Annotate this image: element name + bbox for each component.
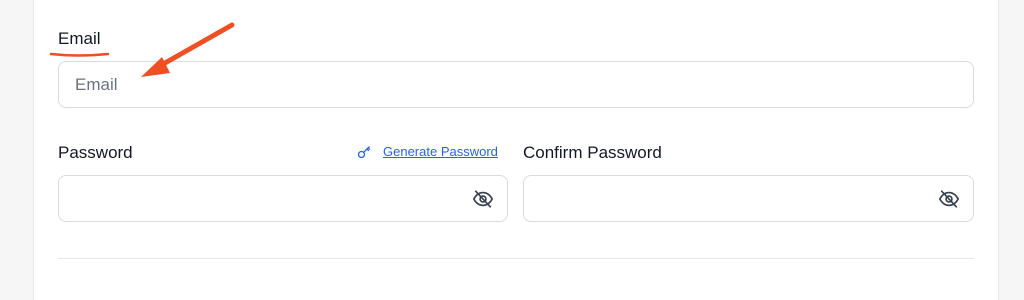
key-icon	[357, 145, 371, 158]
confirm-password-label: Confirm Password	[523, 143, 662, 162]
confirm-password-input[interactable]	[523, 175, 974, 222]
section-divider	[58, 258, 974, 259]
form-card	[33, 0, 999, 300]
email-input[interactable]	[58, 61, 974, 108]
email-label: Email	[58, 29, 101, 48]
password-input[interactable]	[58, 175, 508, 222]
eye-off-icon[interactable]	[472, 188, 494, 210]
eye-off-icon[interactable]	[938, 188, 960, 210]
generate-password-link[interactable]: Generate Password	[357, 144, 498, 159]
password-label: Password	[58, 143, 133, 162]
generate-password-label: Generate Password	[383, 144, 498, 159]
